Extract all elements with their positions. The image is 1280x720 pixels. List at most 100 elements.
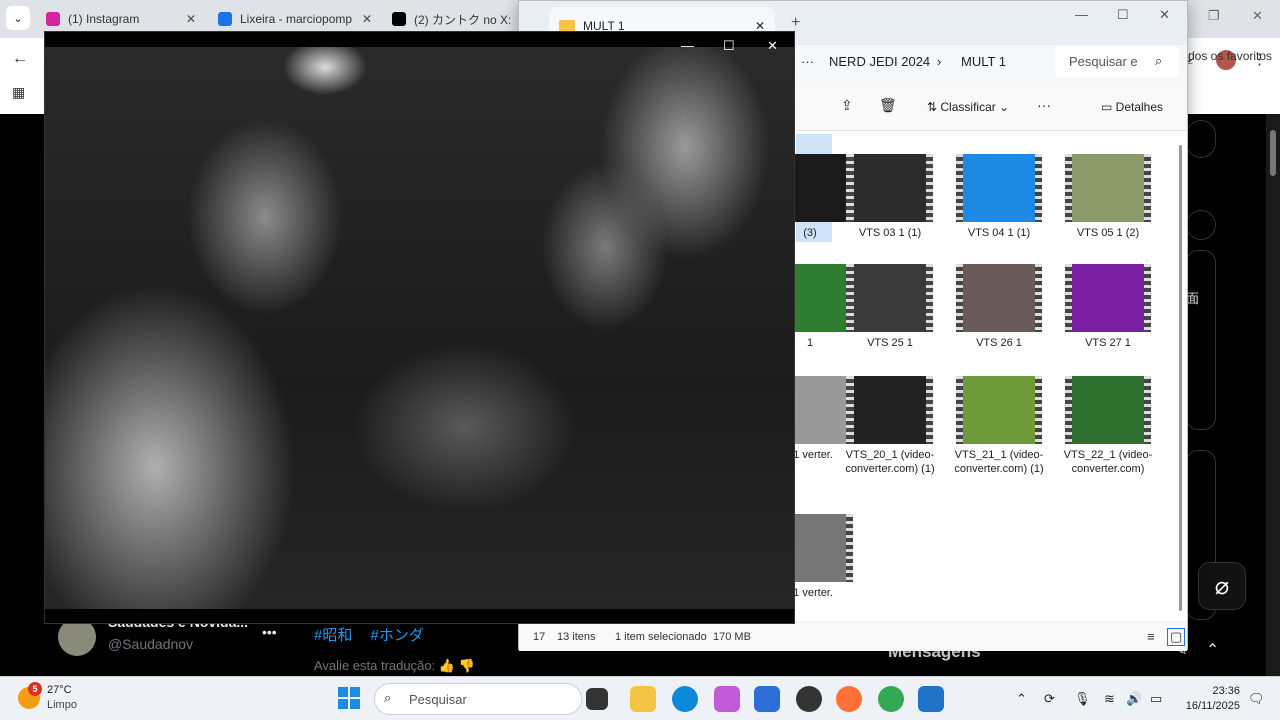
delete-icon[interactable]: 🗑	[879, 97, 897, 114]
close-icon[interactable]: ✕	[362, 12, 372, 26]
restore-icon[interactable]: ❐	[1208, 8, 1220, 24]
video-thumbnail	[956, 264, 1042, 332]
file-item[interactable]: VTS 03 1 (1)	[840, 154, 940, 240]
file-item-label: VTS 03 1 (1)	[858, 227, 922, 239]
weather-temperature[interactable]: 27°C	[47, 684, 72, 696]
windows-start-icon[interactable]	[338, 687, 360, 709]
file-item[interactable]: VTS_21_1 (video-converter.com) (1)	[949, 376, 1049, 476]
video-thumbnail	[847, 154, 933, 222]
chrome-icon[interactable]	[878, 686, 904, 712]
video-thumbnail	[956, 154, 1042, 222]
taskbar: 5 27°C Limpo Pesquisar ⌕ ⌃ ⟳ 🎙 ≋ 🔊 ▭ 23:…	[0, 676, 1280, 720]
taskbar-search-input[interactable]: Pesquisar	[374, 683, 582, 715]
translation-rating: Avalie esta tradução: 👍 👎	[314, 658, 475, 674]
video-player-window: — ☐ ✕	[44, 31, 795, 624]
clock-date: 16/11/2025	[1185, 700, 1240, 712]
grid-view-icon[interactable]: ▢	[1167, 628, 1186, 646]
favorites-bar-label[interactable]: dos os favoritos	[1188, 49, 1272, 63]
x-logo-icon	[392, 12, 406, 26]
github-icon[interactable]	[796, 686, 822, 712]
file-item[interactable]: VTS_20_1 (video-converter.com) (1)	[840, 376, 940, 476]
hashtag[interactable]: #ホンダ	[371, 627, 424, 644]
chevron-right-icon: ›	[937, 54, 942, 69]
author-handle[interactable]: @Saudadnov	[108, 636, 193, 652]
close-icon[interactable]: ✕	[1252, 8, 1263, 24]
page-scrollbar[interactable]	[1266, 114, 1280, 676]
file-item-label: VTS 27 1	[1085, 337, 1131, 349]
file-item-label: VTS_22_1 (video-converter.com)	[1063, 449, 1153, 475]
close-icon[interactable]: ✕	[767, 38, 778, 54]
tab-label: Lixeira - marciopomp	[240, 12, 353, 26]
minimize-icon[interactable]: —	[681, 38, 694, 53]
edge-icon[interactable]	[672, 686, 698, 712]
breadcrumb-item[interactable]: NERD JEDI 2024	[829, 54, 930, 69]
status-selected: 1 item selecionado	[615, 631, 707, 643]
wifi-icon[interactable]: ≋	[1104, 691, 1115, 707]
grok-icon[interactable]: ⌀	[1198, 562, 1246, 610]
file-item[interactable]: VTS 27 1	[1058, 264, 1158, 350]
drive-icon	[218, 12, 232, 26]
file-item[interactable]: VTS 26 1	[949, 264, 1049, 350]
new-tab-icon[interactable]: +	[791, 14, 800, 32]
media-player-icon[interactable]	[918, 686, 944, 712]
breadcrumb-item[interactable]: MULT 1	[961, 54, 1006, 69]
chevron-up-icon[interactable]: ⌃	[1016, 691, 1027, 707]
thumbs-down-icon[interactable]: 👎	[459, 658, 475, 673]
video-thumbnail	[847, 264, 933, 332]
task-view-icon[interactable]	[586, 688, 608, 710]
file-explorer-icon[interactable]	[630, 686, 656, 712]
tab-label: (1) Instagram	[68, 12, 140, 26]
breadcrumb-more-icon[interactable]: ···	[801, 54, 814, 69]
x-widget	[1186, 210, 1216, 240]
list-view-icon[interactable]: ≡	[1147, 629, 1155, 644]
notifications-icon[interactable]: 🗨	[1248, 691, 1265, 707]
minimize-icon[interactable]: —	[1075, 7, 1088, 22]
file-item[interactable]: VTS 04 1 (1)	[949, 154, 1049, 240]
translation-prompt: Avalie esta tradução:	[314, 658, 436, 673]
more-icon[interactable]: ···	[1037, 97, 1051, 113]
file-item[interactable]: VTS_22_1 (video-converter.com)	[1058, 376, 1158, 476]
hashtag[interactable]: #昭和	[314, 627, 352, 644]
x-widget	[1186, 250, 1216, 430]
thumbs-up-icon[interactable]: 👍	[439, 658, 455, 673]
volume-icon[interactable]: 🔊	[1126, 691, 1142, 707]
copilot-icon[interactable]	[714, 686, 740, 712]
more-icon[interactable]: •••	[262, 624, 277, 640]
share-icon[interactable]: ⇪	[841, 97, 853, 114]
scrollbar-thumb[interactable]	[1270, 130, 1276, 176]
tab-search-button[interactable]: ⌄	[6, 6, 30, 30]
apps-grid-icon[interactable]: ▦	[12, 84, 25, 101]
close-icon[interactable]: ✕	[186, 12, 196, 26]
back-arrow-icon[interactable]: ←	[12, 50, 28, 68]
microphone-icon[interactable]: 🎙	[1074, 691, 1091, 707]
firefox-icon[interactable]	[836, 686, 862, 712]
close-icon[interactable]: ✕	[1159, 7, 1170, 23]
status-bar: 17 13 itens 1 item selecionado 170 MB ≡ …	[519, 623, 1187, 651]
maximize-icon[interactable]: ☐	[1117, 7, 1129, 23]
tab-instagram[interactable]: (1) Instagram ✕	[38, 6, 204, 32]
weather-condition[interactable]: Limpo	[47, 699, 77, 711]
file-item-label: VTS 05 1 (2)	[1076, 227, 1140, 239]
sort-button[interactable]: ⇅ Classificar ⌄	[927, 100, 1009, 114]
battery-icon[interactable]: ▭	[1150, 691, 1162, 707]
hashtags: #昭和 #ホンダ	[314, 624, 438, 645]
clock[interactable]: 23:36 16/11/2025	[1180, 684, 1240, 714]
file-item-label: VTS 25 1	[867, 337, 913, 349]
x-widget	[1186, 120, 1216, 158]
tab-x[interactable]: (2) カントク no X: "[シ	[384, 6, 518, 32]
explorer-scrollbar[interactable]	[1179, 145, 1182, 611]
file-item-label: VTS 04 1 (1)	[967, 227, 1031, 239]
tab-lixeira[interactable]: Lixeira - marciopomp ✕	[210, 6, 380, 32]
sync-icon[interactable]: ⟳	[1044, 691, 1055, 707]
file-item[interactable]: VTS 25 1	[840, 264, 940, 350]
file-item-label: VTS_20_1 (video-converter.com) (1)	[845, 449, 935, 475]
chevron-up-icon[interactable]: ⌃	[1206, 642, 1219, 659]
app-icon[interactable]	[754, 686, 780, 712]
maximize-icon[interactable]: ☐	[723, 38, 735, 54]
search-icon: ⌕	[384, 690, 392, 705]
file-item[interactable]: VTS 05 1 (2)	[1058, 154, 1158, 240]
video-frame[interactable]	[45, 47, 794, 609]
status-size: 170 MB	[713, 631, 751, 643]
video-thumbnail	[1065, 376, 1151, 444]
details-button[interactable]: ▭ Detalhes	[1101, 100, 1163, 114]
